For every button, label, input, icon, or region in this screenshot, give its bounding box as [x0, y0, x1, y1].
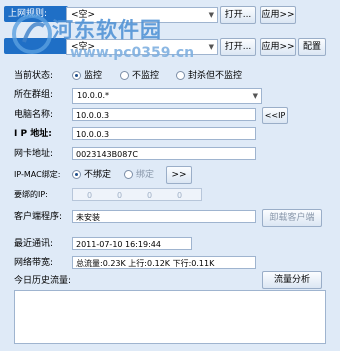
history-chart-area — [14, 290, 326, 344]
bind-ip-octet: 0 — [177, 191, 183, 200]
traffic-analysis-button[interactable]: 流量分析 — [262, 271, 322, 289]
config-button[interactable]: 配置 — [298, 38, 326, 56]
ip-label: I P 地址: — [14, 129, 52, 139]
computer-name-field[interactable]: 10.0.0.3 — [72, 108, 256, 121]
watermark-logo-icon — [12, 14, 52, 54]
ip-field[interactable]: 10.0.0.3 — [72, 127, 256, 140]
client-field[interactable]: 未安装 — [72, 210, 256, 223]
binding-radio-bound[interactable]: 绑定 — [124, 168, 154, 182]
binding-more-button[interactable]: >> — [166, 166, 192, 184]
status-option-label: 监控 — [84, 71, 103, 81]
watermark-url: www.pc0359.cn — [70, 45, 195, 61]
chevron-down-icon: ▼ — [252, 92, 258, 100]
status-radio-no-monitor[interactable]: 不监控 — [120, 69, 159, 83]
mac-field[interactable]: 0023143B087C — [72, 147, 256, 160]
open-button-2[interactable]: 打开... — [220, 38, 256, 56]
last-comm-field: 2011-07-10 16:19:44 — [72, 237, 192, 250]
status-radio-monitor[interactable]: 监控 — [72, 69, 102, 83]
monitor-panel: 上网规则: <空> ▼ 打开... 应用>> <空> ▼ 打开... 应用>> … — [0, 0, 340, 351]
history-label: 今日历史流量: — [14, 276, 72, 286]
radio-icon — [124, 170, 133, 179]
apply-button-2[interactable]: 应用>> — [260, 38, 296, 56]
mac-label: 网卡地址: — [14, 149, 54, 159]
status-option-label: 不监控 — [132, 71, 160, 81]
radio-selected-icon — [72, 170, 81, 179]
radio-selected-icon — [72, 71, 81, 80]
apply-button-1[interactable]: 应用>> — [260, 6, 296, 24]
last-comm-label: 最近通讯: — [14, 239, 54, 249]
bind-ip-octet: 0 — [147, 191, 153, 200]
status-label: 当前状态: — [14, 71, 54, 81]
radio-icon — [120, 71, 129, 80]
watermark-title: 河东软件园 — [52, 18, 162, 42]
bind-ip-octet: 0 — [87, 191, 93, 200]
binding-radio-unbound[interactable]: 不绑定 — [72, 168, 111, 182]
bandwidth-field: 总流量:0.23K 上行:0.12K 下行:0.11K — [72, 256, 256, 269]
bind-ip-field[interactable]: 0 0 0 0 — [72, 188, 202, 201]
bandwidth-label: 网络带宽: — [14, 258, 54, 268]
status-option-label: 封杀但不监控 — [188, 71, 243, 81]
group-select-value: 10.0.0.* — [77, 91, 109, 100]
client-label: 客户端程序: — [14, 212, 63, 222]
binding-option-label: 不绑定 — [84, 170, 112, 180]
group-label: 所在群组: — [14, 90, 54, 100]
get-ip-button[interactable]: <<IP — [262, 107, 288, 124]
open-button-1[interactable]: 打开... — [220, 6, 256, 24]
bind-ip-octet: 0 — [117, 191, 123, 200]
uninstall-client-button[interactable]: 卸载客户端 — [262, 209, 322, 227]
binding-label: IP-MAC绑定: — [14, 170, 61, 179]
chevron-down-icon: ▼ — [208, 11, 214, 19]
bind-ip-label: 要绑的IP: — [14, 190, 48, 199]
binding-option-label: 绑定 — [136, 170, 155, 180]
group-select[interactable]: 10.0.0.* ▼ — [72, 88, 262, 104]
chevron-down-icon: ▼ — [208, 43, 214, 51]
status-radio-block[interactable]: 封杀但不监控 — [176, 69, 242, 83]
radio-icon — [176, 71, 185, 80]
computer-name-label: 电脑名称: — [14, 110, 54, 120]
